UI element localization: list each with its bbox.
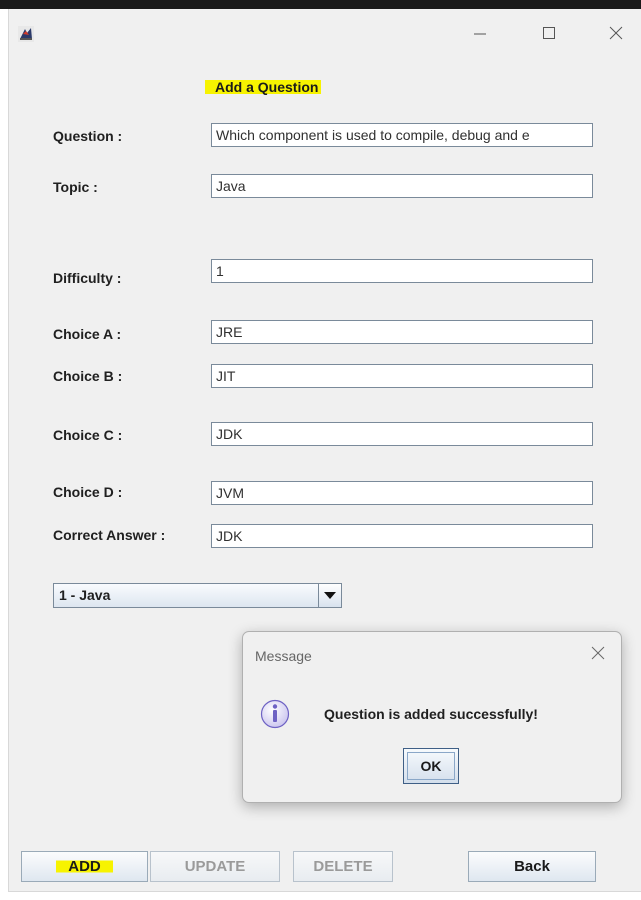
back-button[interactable]: Back [468, 851, 596, 882]
choice-d-label: Choice D : [53, 484, 123, 500]
choice-c-label: Choice C : [53, 427, 123, 443]
close-icon [609, 26, 623, 40]
ok-button[interactable]: OK [403, 748, 459, 784]
minimize-button[interactable] [465, 19, 495, 47]
java-app-icon [18, 26, 34, 42]
close-button[interactable] [601, 19, 631, 47]
dialog-title: Message [255, 648, 312, 664]
dropdown-button[interactable] [318, 584, 341, 607]
dialog-message: Question is added successfully! [324, 706, 538, 722]
update-button[interactable]: UPDATE [150, 851, 280, 882]
back-button-label: Back [514, 858, 550, 875]
choice-c-field[interactable]: JDK [211, 422, 593, 446]
correct-answer-label: Correct Answer : [53, 527, 166, 543]
topic-select-value: 1 - Java [59, 587, 111, 603]
dialog-close-icon[interactable] [589, 644, 607, 662]
ok-button-label: OK [420, 758, 442, 774]
difficulty-field[interactable]: 1 [211, 259, 593, 283]
page-title: Add a Question [205, 75, 322, 99]
add-button-label: ADD [56, 858, 113, 875]
minimize-icon [474, 33, 486, 35]
chevron-down-icon [324, 591, 336, 599]
choice-a-field[interactable]: JRE [211, 320, 593, 344]
title-bar[interactable] [9, 9, 641, 53]
add-button[interactable]: ADD [21, 851, 148, 882]
question-label: Question : [53, 128, 123, 144]
correct-answer-field[interactable]: JDK [211, 524, 593, 548]
update-button-label: UPDATE [184, 858, 246, 875]
choice-b-field[interactable]: JIT [211, 364, 593, 388]
difficulty-label: Difficulty : [53, 270, 122, 286]
choice-a-label: Choice A : [53, 326, 122, 342]
topic-label: Topic : [53, 179, 98, 195]
app-window: Add a Question Question : Which componen… [8, 9, 641, 892]
delete-button-label: DELETE [313, 858, 373, 875]
choice-b-label: Choice B : [53, 368, 123, 384]
desktop-background-strip [0, 0, 641, 9]
delete-button[interactable]: DELETE [293, 851, 393, 882]
maximize-icon [543, 27, 555, 39]
maximize-button[interactable] [534, 19, 564, 47]
topic-field[interactable]: Java [211, 174, 593, 198]
question-field[interactable]: Which component is used to compile, debu… [211, 123, 593, 147]
message-dialog: Message Question is added successfully! … [242, 631, 622, 803]
topic-select[interactable]: 1 - Java [53, 583, 342, 608]
info-icon [260, 699, 290, 729]
choice-d-field[interactable]: JVM [211, 481, 593, 505]
